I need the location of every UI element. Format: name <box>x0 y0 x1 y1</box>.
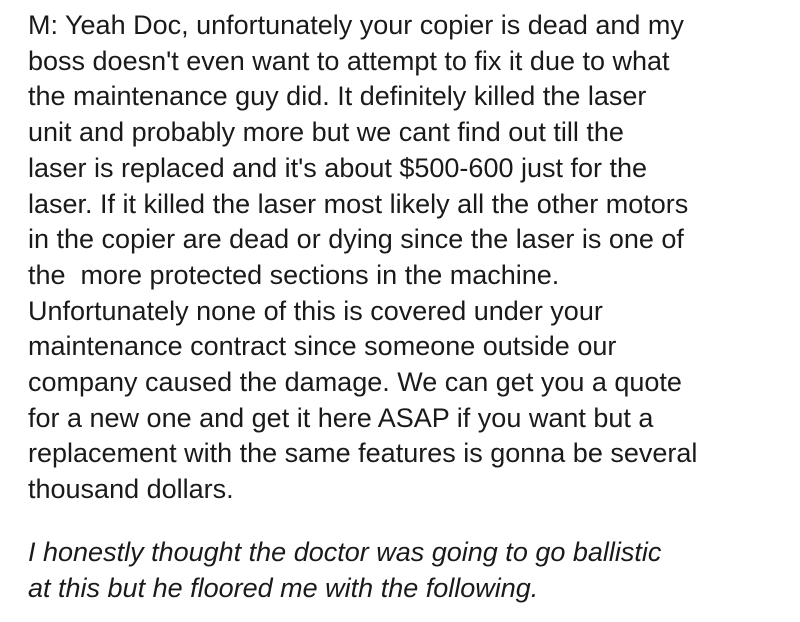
dialogue-line: thousand dollars. <box>28 474 234 505</box>
dialogue-line: laser. If it killed the laser most likel… <box>28 188 689 219</box>
narration-line: I honestly thought the doctor was going … <box>28 537 662 567</box>
dialogue-line: boss doesn't even want to attempt to fix… <box>28 45 670 76</box>
narration-paragraph: I honestly thought the doctor was going … <box>28 535 788 606</box>
dialogue-line: in the copier are dead or dying since th… <box>28 224 684 255</box>
dialogue-line: maintenance contract since someone outsi… <box>28 331 617 362</box>
dialogue-line: company caused the damage. We can get yo… <box>28 367 682 398</box>
dialogue-line: the more protected sections in the machi… <box>28 259 560 290</box>
dialogue-paragraph: M: Yeah Doc, unfortunately your copier i… <box>28 8 788 508</box>
dialogue-line: laser is replaced and it's about $500-60… <box>28 152 648 183</box>
dialogue-line: Unfortunately none of this is covered un… <box>28 295 603 326</box>
dialogue-line: unit and probably more but we cant find … <box>28 117 624 148</box>
dialogue-line: replacement with the same features is go… <box>28 438 698 469</box>
dialogue-line: M: Yeah Doc, unfortunately your copier i… <box>28 10 684 40</box>
story-page: M: Yeah Doc, unfortunately your copier i… <box>0 0 800 622</box>
dialogue-line: the maintenance guy did. It definitely k… <box>28 81 647 112</box>
dialogue-line: for a new one and get it here ASAP if yo… <box>28 402 654 433</box>
narration-line: at this but he floored me with the follo… <box>28 572 539 603</box>
